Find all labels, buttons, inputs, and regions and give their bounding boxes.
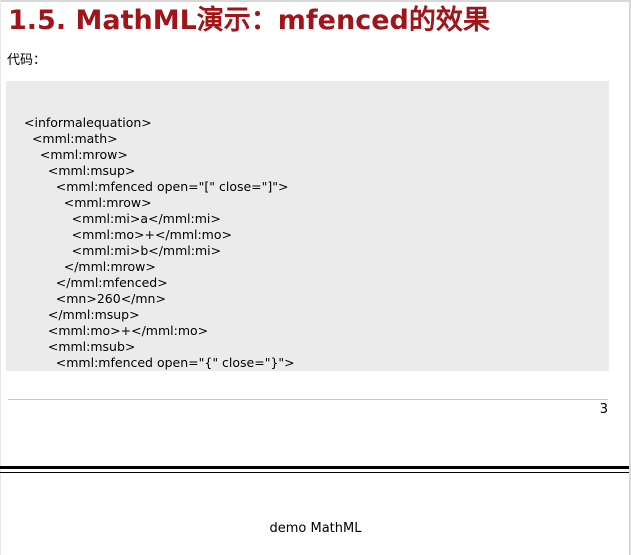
code-line: </mml:mrow>: [24, 259, 156, 274]
code-line: <mml:math>: [24, 131, 118, 146]
code-line: <mml:mfenced open="{" close="}">: [24, 355, 295, 370]
page-separator: [0, 466, 629, 469]
code-block: <informalequation> <mml:math> <mml:mrow>…: [6, 81, 609, 371]
code-line: <mml:mi>a</mml:mi>: [24, 211, 221, 226]
code-line: <mml:mrow>: [24, 195, 152, 210]
code-line: </mml:msup>: [24, 307, 140, 322]
code-line: <mml:mo>+</mml:mo>: [24, 323, 209, 338]
code-line: <mml:msup>: [24, 163, 136, 178]
page-separator-thin: [0, 472, 629, 473]
code-line: <mml:mrow>: [24, 147, 128, 162]
code-line: <mml:mo>+</mml:mo>: [24, 227, 232, 242]
section-heading: 1.5. MathML演示：mfenced的效果: [8, 5, 490, 36]
code-line: <mn>260</mn>: [24, 291, 166, 306]
content-divider: [8, 399, 608, 400]
page-footer: demo MathML: [269, 521, 362, 536]
code-line: <mml:mfenced open="[" close="]">: [24, 179, 289, 194]
code-label: 代码：: [7, 53, 47, 68]
code-line: <informalequation>: [24, 115, 152, 130]
code-line: <mml:mi>b</mml:mi>: [24, 243, 222, 258]
code-line: </mml:mfenced>: [24, 275, 168, 290]
frame-top-border: [0, 0, 631, 2]
code-line: <mml:msub>: [24, 339, 136, 354]
page-number: 3: [599, 402, 608, 417]
